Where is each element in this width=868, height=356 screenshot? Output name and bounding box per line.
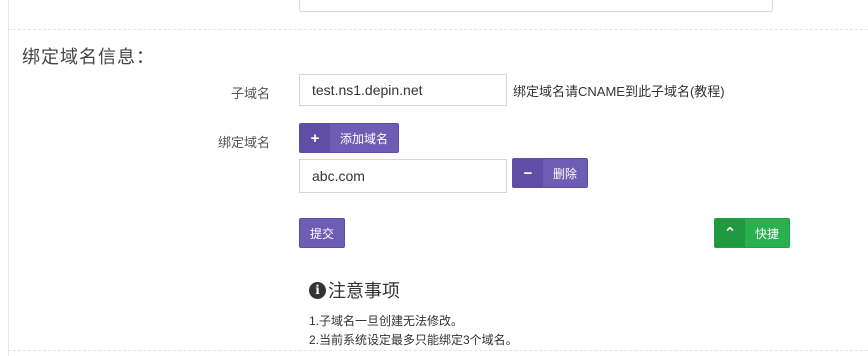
submit-label: 提交 bbox=[309, 226, 334, 241]
domain-input[interactable] bbox=[299, 159, 507, 193]
left-border bbox=[8, 0, 9, 356]
notice-item: 2.当前系统设定最多只能绑定3个域名。 bbox=[309, 333, 518, 347]
section-title: 绑定域名信息： bbox=[22, 47, 155, 67]
previous-input[interactable] bbox=[299, 0, 773, 12]
bind-domain-label: 绑定域名 bbox=[217, 135, 270, 150]
minus-icon: − bbox=[513, 159, 543, 187]
add-domain-label: 添加域名 bbox=[340, 131, 389, 146]
add-domain-button[interactable]: + 添加域名 bbox=[299, 123, 399, 153]
notice-title: i 注意事项 bbox=[309, 277, 400, 303]
info-circle-icon: i bbox=[309, 281, 326, 299]
delete-domain-label: 删除 bbox=[552, 166, 577, 181]
bottom-divider bbox=[8, 350, 868, 351]
chevron-up-icon: ⌃ bbox=[715, 219, 745, 247]
delete-domain-button[interactable]: − 删除 bbox=[512, 158, 588, 188]
notice-item: 1.子域名一旦创建无法修改。 bbox=[309, 314, 464, 328]
section-divider bbox=[8, 29, 868, 30]
quick-label: 快捷 bbox=[754, 226, 779, 241]
submit-button[interactable]: 提交 bbox=[299, 218, 345, 248]
subdomain-input[interactable] bbox=[299, 74, 507, 106]
notice-title-text: 注意事项 bbox=[328, 281, 400, 301]
subdomain-label: 子域名 bbox=[230, 86, 270, 101]
quick-button[interactable]: ⌃ 快捷 bbox=[714, 218, 790, 248]
plus-icon: + bbox=[300, 124, 330, 152]
cname-hint[interactable]: 绑定域名请CNAME到此子域名(教程) bbox=[513, 81, 725, 100]
